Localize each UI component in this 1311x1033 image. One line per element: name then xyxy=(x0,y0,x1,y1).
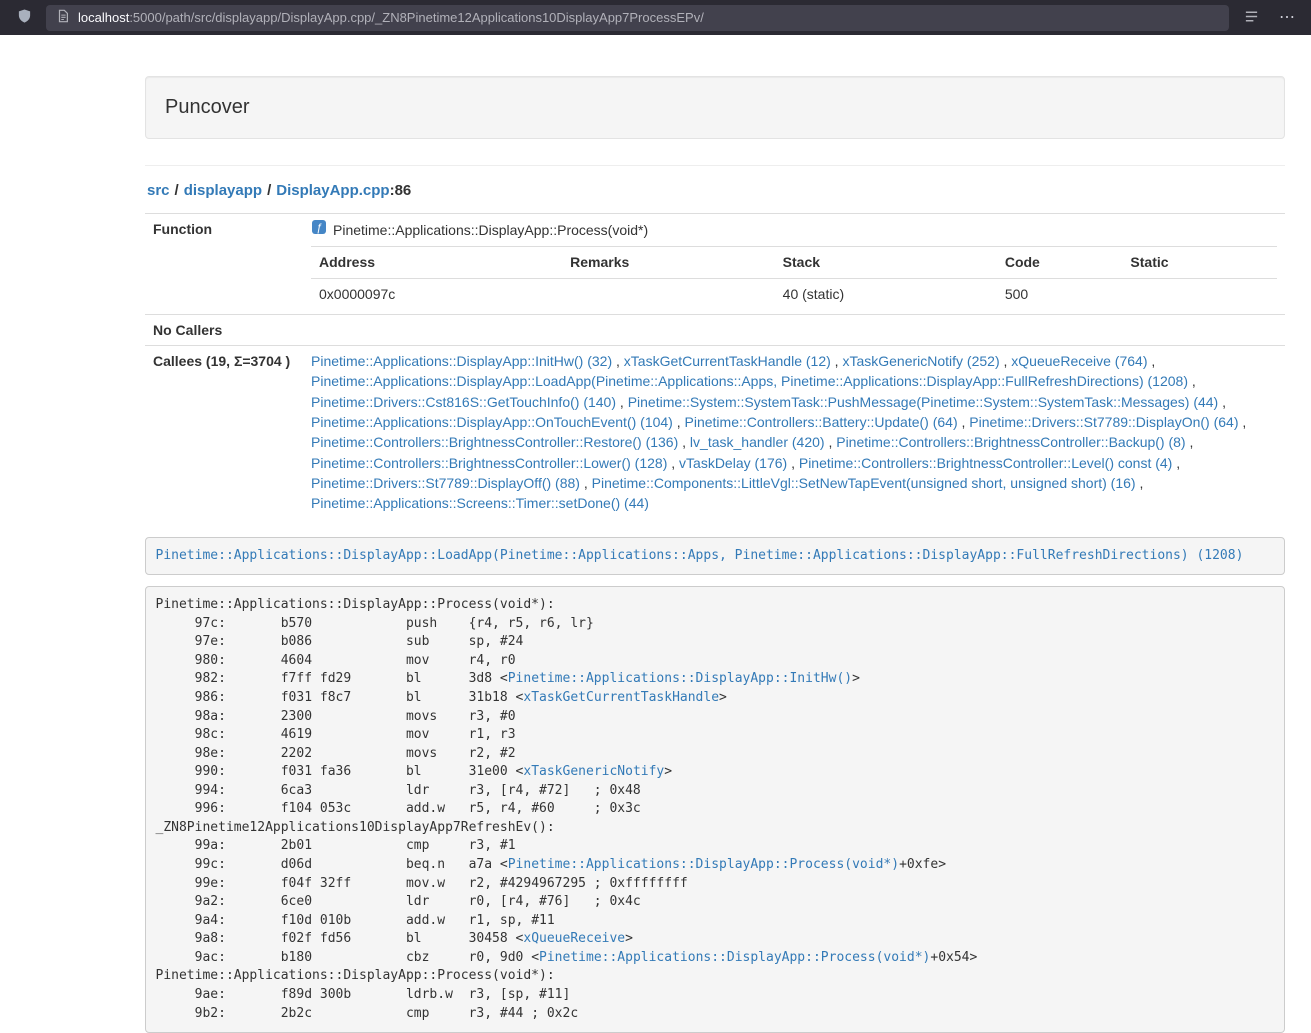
callee-link[interactable]: xTaskGenericNotify (252) xyxy=(842,353,999,369)
tracking-protection-button[interactable] xyxy=(10,5,38,31)
callee-link[interactable]: xQueueReceive (764) xyxy=(1011,353,1147,369)
breadcrumb-separator: / xyxy=(267,182,271,199)
function-name-line: ƒ Pinetime::Applications::DisplayApp::Pr… xyxy=(311,219,1277,240)
function-details-table: Function ƒ Pinetime::Applications::Displ… xyxy=(145,213,1285,519)
callees-label: Callees (19, Σ=3704 ) xyxy=(145,346,303,519)
reader-mode-icon xyxy=(1244,9,1259,27)
disasm-symbol-link[interactable]: xTaskGetCurrentTaskHandle xyxy=(523,690,719,705)
callee-link[interactable]: Pinetime::Applications::DisplayApp::Init… xyxy=(311,353,612,369)
callee-link[interactable]: Pinetime::Controllers::BrightnessControl… xyxy=(836,434,1185,450)
page-actions-menu-button[interactable]: ⋯ xyxy=(1273,5,1301,31)
callee-link[interactable]: Pinetime::Drivers::St7789::DisplayOn() (… xyxy=(969,414,1238,430)
callees-row: Callees (19, Σ=3704 ) Pinetime::Applicat… xyxy=(145,346,1285,519)
column-header-stack: Stack xyxy=(775,247,997,278)
disassembly: Pinetime::Applications::DisplayApp::Proc… xyxy=(145,586,1285,1033)
stats-value-row: 0x0000097c 40 (static) 500 xyxy=(311,278,1277,309)
url-text: localhost:5000/path/src/displayapp/Displ… xyxy=(78,10,704,25)
callee-link[interactable]: Pinetime::Controllers::Battery::Update()… xyxy=(685,414,958,430)
browser-toolbar: localhost:5000/path/src/displayapp/Displ… xyxy=(0,0,1311,35)
stack-value: 40 (static) xyxy=(775,278,997,309)
disasm-symbol-link[interactable]: xTaskGenericNotify xyxy=(523,764,664,779)
divider xyxy=(145,165,1285,166)
static-value xyxy=(1122,278,1277,309)
function-icon: ƒ xyxy=(311,219,327,240)
function-stats-table: Address Remarks Stack Code Static 0x0000… xyxy=(311,246,1277,309)
breadcrumb-separator: / xyxy=(175,182,179,199)
breadcrumb-src-link[interactable]: src xyxy=(147,182,170,199)
no-callers-row: No Callers xyxy=(145,314,1285,345)
disasm-symbol-link[interactable]: Pinetime::Applications::DisplayApp::Proc… xyxy=(508,857,899,872)
callee-link[interactable]: Pinetime::Applications::DisplayApp::OnTo… xyxy=(311,414,673,430)
disasm-symbol-link[interactable]: Pinetime::Applications::DisplayApp::Proc… xyxy=(539,950,930,965)
selected-callee-box: Pinetime::Applications::DisplayApp::Load… xyxy=(145,537,1285,576)
callee-link[interactable]: Pinetime::Applications::Screens::Timer::… xyxy=(311,495,649,511)
callee-link[interactable]: vTaskDelay (176) xyxy=(679,455,787,471)
callee-link[interactable]: Pinetime::Controllers::BrightnessControl… xyxy=(799,455,1172,471)
url-bar[interactable]: localhost:5000/path/src/displayapp/Displ… xyxy=(46,5,1229,31)
reader-mode-button[interactable] xyxy=(1237,5,1265,31)
callee-link[interactable]: Pinetime::Components::LittleVgl::SetNewT… xyxy=(592,475,1136,491)
callee-link[interactable]: Pinetime::Drivers::St7789::DisplayOff() … xyxy=(311,475,580,491)
no-callers-content xyxy=(303,314,1285,345)
callee-link[interactable]: lv_task_handler (420) xyxy=(690,434,825,450)
remarks-value xyxy=(562,278,775,309)
callee-link[interactable]: Pinetime::Applications::DisplayApp::Load… xyxy=(311,373,1188,389)
stats-header-row: Address Remarks Stack Code Static xyxy=(311,247,1277,278)
shield-icon xyxy=(17,8,32,27)
function-name: Pinetime::Applications::DisplayApp::Proc… xyxy=(333,220,648,240)
code-value: 500 xyxy=(997,278,1123,309)
disasm-symbol-link[interactable]: Pinetime::Applications::DisplayApp::Init… xyxy=(508,671,852,686)
callee-link[interactable]: Pinetime::Controllers::BrightnessControl… xyxy=(311,434,678,450)
no-callers-label: No Callers xyxy=(145,314,303,345)
callee-link[interactable]: Pinetime::Controllers::BrightnessControl… xyxy=(311,455,667,471)
callees-list: Pinetime::Applications::DisplayApp::Init… xyxy=(303,346,1285,519)
loadapp-callee-link[interactable]: Pinetime::Applications::DisplayApp::Load… xyxy=(156,548,1244,563)
function-row-label: Function xyxy=(145,214,303,315)
breadcrumb-file-link[interactable]: DisplayApp.cpp xyxy=(276,182,389,199)
callee-link[interactable]: Pinetime::Drivers::Cst816S::GetTouchInfo… xyxy=(311,394,616,410)
callee-link[interactable]: Pinetime::System::SystemTask::PushMessag… xyxy=(628,394,1219,410)
svg-text:ƒ: ƒ xyxy=(316,222,322,234)
function-row: Function ƒ Pinetime::Applications::Displ… xyxy=(145,214,1285,315)
site-info-icon[interactable] xyxy=(56,8,70,27)
disasm-symbol-link[interactable]: xQueueReceive xyxy=(523,931,625,946)
address-value: 0x0000097c xyxy=(311,278,562,309)
column-header-address: Address xyxy=(311,247,562,278)
function-row-content: ƒ Pinetime::Applications::DisplayApp::Pr… xyxy=(303,214,1285,315)
page-title: Puncover xyxy=(165,96,1265,119)
breadcrumb-displayapp-link[interactable]: displayapp xyxy=(184,182,262,199)
column-header-code: Code xyxy=(997,247,1123,278)
page-title-panel: Puncover xyxy=(145,76,1285,139)
url-path: :5000/path/src/displayapp/DisplayApp.cpp… xyxy=(129,10,704,25)
callee-link[interactable]: xTaskGetCurrentTaskHandle (12) xyxy=(624,353,831,369)
more-options-icon: ⋯ xyxy=(1279,10,1295,26)
breadcrumb-line-number: :86 xyxy=(390,182,412,199)
column-header-remarks: Remarks xyxy=(562,247,775,278)
url-host: localhost xyxy=(78,10,129,25)
page-content: Puncover src / displayapp / DisplayApp.cpp:8… xyxy=(145,76,1285,1033)
breadcrumb: src / displayapp / DisplayApp.cpp:86 xyxy=(147,182,1285,199)
column-header-static: Static xyxy=(1122,247,1277,278)
